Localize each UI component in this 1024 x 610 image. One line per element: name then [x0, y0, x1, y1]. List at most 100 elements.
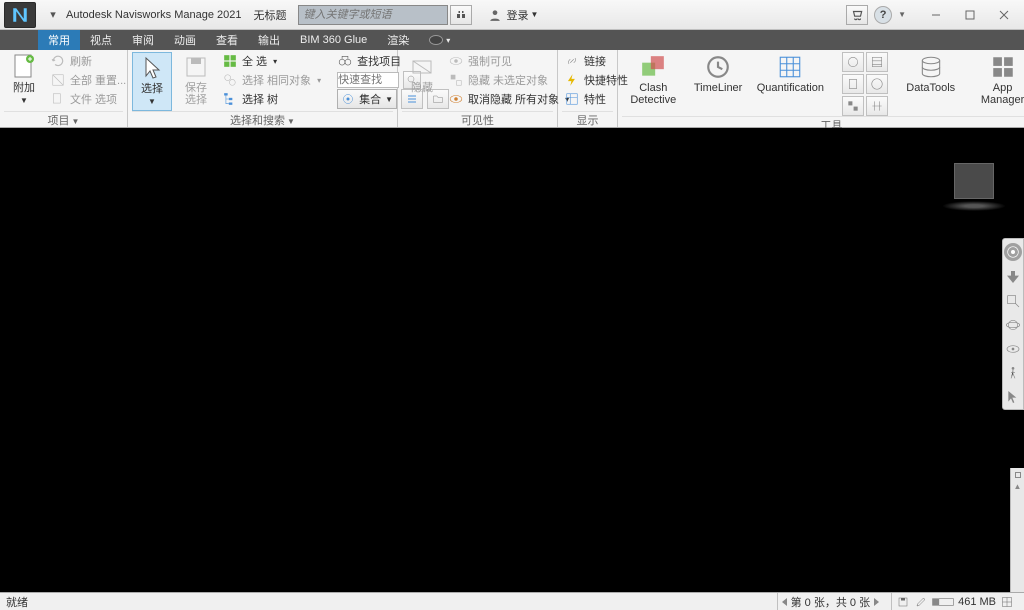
app-manager-icon	[990, 54, 1016, 80]
pencil-indicator-icon[interactable]	[914, 596, 928, 608]
eye-icon	[429, 35, 443, 45]
window-controls	[928, 7, 1020, 23]
append-button[interactable]: 附加▼	[4, 52, 44, 109]
batch-utility-button[interactable]	[842, 96, 864, 116]
minimize-button[interactable]	[928, 7, 944, 23]
pan-button[interactable]	[1005, 269, 1021, 285]
tab-visibility-toggle[interactable]: ▾	[419, 30, 460, 50]
clash-icon	[640, 54, 666, 80]
scripter-button[interactable]	[842, 74, 864, 94]
sets-icon	[341, 92, 355, 106]
dock-handle[interactable]: ▲	[1010, 468, 1024, 592]
tab-animation[interactable]: 动画	[164, 30, 206, 50]
navigation-bar	[1002, 238, 1024, 410]
user-icon	[484, 5, 506, 25]
save-selection-button[interactable]: 保存选择	[176, 52, 216, 108]
help-button[interactable]: ?	[874, 6, 892, 24]
animator-button[interactable]	[866, 52, 888, 72]
quantification-icon	[777, 54, 803, 80]
sheet-prev-button[interactable]	[782, 598, 787, 606]
select-all-button[interactable]: 全 选▾	[220, 52, 323, 70]
sets-dropdown[interactable]: 集合▼	[337, 89, 397, 109]
tab-bim360[interactable]: BIM 360 Glue	[290, 30, 377, 50]
search-button[interactable]	[450, 5, 472, 25]
unhide-all-button[interactable]: 取消隐藏 所有对象▾	[446, 90, 571, 108]
tab-view[interactable]: 查看	[206, 30, 248, 50]
file-options-icon	[50, 91, 66, 107]
refresh-icon	[50, 53, 66, 69]
panel-tools: Clash Detective TimeLiner Quantification	[618, 50, 1024, 127]
hide-icon	[409, 54, 435, 80]
refresh-button[interactable]: 刷新	[48, 52, 128, 70]
navisworks-logo-icon	[11, 6, 29, 24]
append-icon	[11, 54, 37, 80]
binoculars-icon	[337, 53, 353, 69]
clash-detective-button[interactable]: Clash Detective	[622, 52, 685, 108]
binoculars-icon	[455, 9, 467, 21]
viewcube[interactable]	[954, 163, 994, 199]
orbit-button[interactable]	[1005, 317, 1021, 333]
walk-icon	[1012, 367, 1015, 370]
select-tool-button[interactable]	[1005, 389, 1021, 405]
tool-grid	[842, 52, 888, 116]
close-button[interactable]	[996, 7, 1012, 23]
document-title: 无标题	[253, 7, 286, 23]
tab-viewpoint[interactable]: 视点	[80, 30, 122, 50]
status-ready: 就绪	[6, 594, 28, 610]
app-manager-button[interactable]: App Manager	[965, 52, 1024, 108]
database-icon	[918, 54, 944, 80]
quick-find-input[interactable]	[337, 72, 399, 88]
panel-select-search: 选择▼ 保存选择 全 选▾ 选择 相同对象▾ 选择 树 查找项目	[128, 50, 398, 127]
datatools-button[interactable]: DataTools	[901, 52, 961, 96]
maximize-button[interactable]	[962, 7, 978, 23]
quick-access-toolbar: ▾	[44, 6, 62, 24]
ribbon: 附加▼ 刷新 全部 重置... 文件 选项 项目▼ 选择▼ 保存选择 全 选▾ …	[0, 50, 1024, 128]
tab-review[interactable]: 审阅	[122, 30, 164, 50]
help-dropdown[interactable]: ▼	[898, 10, 906, 19]
wheel-icon	[1005, 244, 1021, 260]
hide-button[interactable]: 隐藏	[402, 52, 442, 96]
file-options-button[interactable]: 文件 选项	[48, 90, 128, 108]
viewcube-compass[interactable]	[942, 201, 1006, 211]
require-visible-button[interactable]: 强制可见	[446, 52, 571, 70]
login-area[interactable]: 登录 ▼	[482, 5, 538, 25]
infocenter-search	[298, 5, 472, 25]
sheet-next-button[interactable]	[874, 598, 879, 606]
grid-indicator-icon[interactable]	[1000, 596, 1014, 608]
hand-icon	[1007, 271, 1019, 283]
app-menu-button[interactable]	[4, 2, 36, 28]
reset-all-button[interactable]: 全部 重置...	[48, 71, 128, 89]
steering-wheel-button[interactable]	[1004, 243, 1022, 261]
tab-output[interactable]: 输出	[248, 30, 290, 50]
app-title: Autodesk Navisworks Manage 2021	[66, 9, 241, 21]
zoom-button[interactable]	[1005, 293, 1021, 309]
qat-dropdown[interactable]: ▾	[44, 6, 62, 24]
select-button[interactable]: 选择▼	[132, 52, 172, 111]
panel-visibility: 隐藏 强制可见 隐藏 未选定对象 取消隐藏 所有对象▾ 可见性	[398, 50, 558, 127]
viewport-3d[interactable]: ▲	[0, 128, 1024, 592]
tab-home[interactable]: 常用	[38, 30, 80, 50]
selection-tree-button[interactable]: 选择 树	[220, 90, 323, 108]
save-indicator-icon[interactable]	[896, 596, 910, 608]
select-same-button[interactable]: 选择 相同对象▾	[220, 71, 323, 89]
tab-render[interactable]: 渲染	[377, 30, 419, 50]
help-icon: ?	[880, 9, 887, 21]
appearance-profiler-button[interactable]	[866, 74, 888, 94]
look-button[interactable]	[1005, 341, 1021, 357]
hide-unselected-button[interactable]: 隐藏 未选定对象	[446, 71, 571, 89]
search-input[interactable]	[298, 5, 448, 25]
autodesk-rendering-button[interactable]	[842, 52, 864, 72]
exchange-button[interactable]	[846, 5, 868, 25]
quantification-button[interactable]: Quantification	[752, 52, 829, 96]
panel-label-project[interactable]: 项目▼	[4, 111, 123, 127]
panel-label-select[interactable]: 选择和搜索▼	[132, 111, 393, 127]
timeliner-button[interactable]: TimeLiner	[689, 52, 748, 96]
lightning-icon	[564, 72, 580, 88]
ribbon-tabs: 常用 视点 审阅 动画 查看 输出 BIM 360 Glue 渲染 ▾	[0, 30, 1024, 50]
cursor-icon	[139, 55, 165, 81]
title-bar: ▾ Autodesk Navisworks Manage 2021 无标题 登录…	[0, 0, 1024, 30]
cursor-icon	[1008, 391, 1016, 403]
walk-button[interactable]	[1005, 365, 1021, 381]
compare-button[interactable]	[866, 96, 888, 116]
batch-icon	[846, 99, 860, 113]
